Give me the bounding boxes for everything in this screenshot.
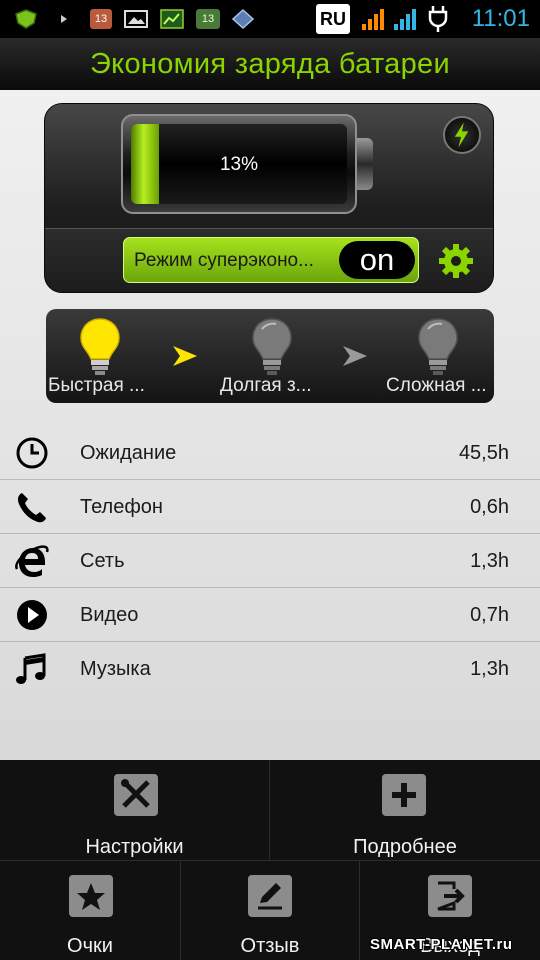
page-title: Экономия заряда батареи: [90, 48, 450, 80]
menu-settings[interactable]: Настройки: [0, 760, 269, 860]
notification-badge-icon: 13: [196, 9, 220, 29]
usage-label: Телефон: [80, 496, 163, 518]
mode-selector-panel: Быстрая ... Долгая з... Сложная ...: [46, 309, 494, 403]
battery-tip: [357, 138, 373, 190]
music-note-icon: [16, 653, 46, 684]
battery-panel: 13% Режим суперэконо... on: [44, 103, 494, 293]
clock-time: 11:01: [471, 5, 530, 32]
bulb-on-icon[interactable]: [76, 315, 124, 377]
usage-label: Ожидание: [80, 442, 177, 464]
internet-explorer-icon: [15, 545, 49, 577]
watermark: SMART-PLANET.ru: [370, 936, 513, 953]
exit-icon: [428, 875, 472, 917]
cell-signal-2-icon: [394, 9, 416, 30]
usage-row-video[interactable]: Видео 0,7h: [0, 588, 540, 642]
battery-percent: 13%: [219, 154, 259, 175]
usage-value: 45,5h: [458, 442, 509, 464]
app-shield-icon: [15, 9, 37, 29]
usage-row-standby[interactable]: Ожидание 45,5h: [0, 426, 540, 480]
clock-icon: [16, 437, 48, 469]
diamond-app-icon: [232, 9, 254, 29]
bulb-off-icon[interactable]: [248, 315, 296, 377]
title-bar: Экономия заряда батареи: [0, 38, 540, 90]
super-save-label: Режим суперэконо...: [134, 250, 314, 271]
pencil-edit-icon: [248, 875, 292, 917]
bulb-off-icon[interactable]: [414, 315, 462, 377]
menu-feedback-label: Отзыв: [240, 935, 300, 957]
charging-plug-icon: [428, 6, 448, 32]
usage-label: Музыка: [80, 658, 151, 680]
menu-points[interactable]: Очки: [0, 861, 180, 960]
play-icon: [17, 600, 47, 630]
arrow-right-icon: [173, 346, 197, 366]
tools-icon: [114, 774, 158, 816]
usage-row-phone[interactable]: Телефон 0,6h: [0, 480, 540, 534]
mode-label-fast: Быстрая ...: [48, 375, 145, 396]
usage-value: 0,7h: [470, 604, 509, 626]
usage-row-network[interactable]: Сеть 1,3h: [0, 534, 540, 588]
super-save-toggle[interactable]: Режим суперэконо... on: [123, 237, 419, 283]
toggle-on-indicator: on: [339, 241, 415, 279]
star-icon: [69, 875, 113, 917]
status-bar: 13 13 RU 11:01: [0, 0, 540, 38]
cell-signal-icon: [362, 9, 384, 30]
usage-value: 0,6h: [470, 496, 509, 518]
usage-row-music[interactable]: Музыка 1,3h: [0, 642, 540, 696]
mode-label-long: Долгая з...: [220, 375, 312, 396]
options-menu: Настройки Подробнее Очки Отзыв Выход: [0, 760, 540, 960]
image-icon: [124, 10, 148, 28]
chart-app-icon: [160, 9, 184, 29]
mode-label-complex: Сложная ...: [386, 375, 487, 396]
play-arrow-icon: [61, 15, 67, 23]
plus-icon: [382, 774, 426, 816]
menu-settings-label: Настройки: [85, 836, 184, 858]
phone-icon: [18, 493, 46, 523]
menu-points-label: Очки: [67, 935, 113, 957]
language-indicator: RU: [316, 4, 350, 34]
lightning-bolt-icon: [454, 122, 469, 148]
arrow-right-icon: [343, 346, 367, 366]
menu-details-label: Подробнее: [353, 836, 457, 858]
usage-label: Сеть: [80, 550, 125, 572]
menu-details[interactable]: Подробнее: [270, 760, 540, 860]
gear-icon[interactable]: [437, 242, 475, 280]
usage-label: Видео: [80, 604, 139, 626]
usage-value: 1,3h: [470, 550, 509, 572]
calendar-badge-icon: 13: [90, 9, 112, 29]
charge-bolt-button[interactable]: [443, 116, 481, 154]
menu-feedback[interactable]: Отзыв: [181, 861, 359, 960]
usage-value: 1,3h: [470, 658, 509, 680]
